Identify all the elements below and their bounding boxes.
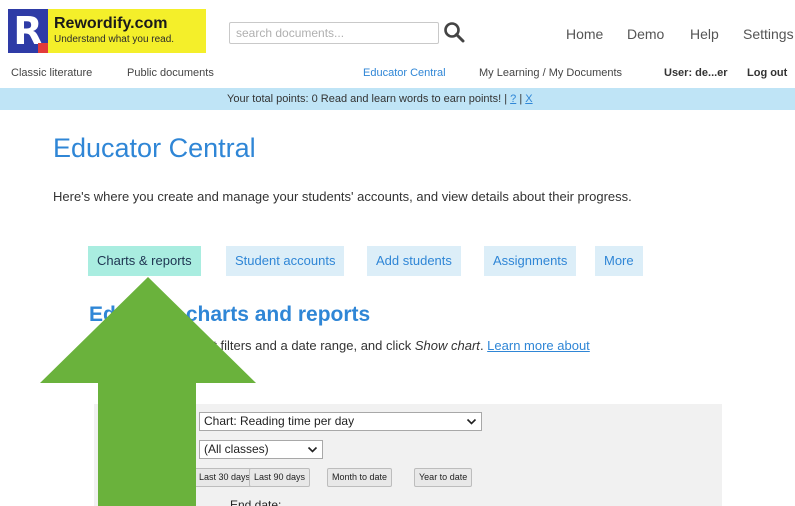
nav-my-learning[interactable]: My Learning / My Documents (479, 67, 622, 79)
nav-home-link[interactable]: Home (566, 26, 603, 42)
section-desc-emphasis: Show chart (414, 338, 480, 353)
class-select-value: (All classes) (204, 442, 269, 456)
logo-subtitle: Understand what you read. (54, 34, 175, 46)
chevron-down-icon (466, 418, 477, 425)
secondary-nav: Classic literature Public documents Educ… (0, 62, 795, 86)
chevron-down-icon (307, 446, 318, 453)
month-to-date-button[interactable]: Month to date (327, 468, 393, 487)
section-title: Educator charts and reports (89, 303, 371, 326)
page-title: Educator Central (53, 133, 256, 163)
tab-student-accounts[interactable]: Student accounts (226, 246, 345, 276)
nav-classic-literature[interactable]: Classic literature (11, 67, 92, 79)
year-to-date-button[interactable]: Year to date (414, 468, 473, 487)
points-close-link[interactable]: X (525, 93, 532, 105)
points-message: Your total points: 0 Read and learn word… (227, 93, 533, 105)
logo-letter: R (8, 9, 48, 53)
tab-add-students[interactable]: Add students (367, 246, 461, 276)
search-icon[interactable] (443, 21, 465, 43)
page-intro: Here's where you create and manage your … (53, 189, 632, 204)
chart-filters-panel: Chart: Reading time per day (All classes… (94, 404, 722, 506)
logout-link[interactable]: Log out (747, 67, 787, 79)
logo-text: Rewordify.com Understand what you read. (54, 16, 174, 45)
logo-title: Rewordify.com (54, 15, 168, 33)
top-bar: R Rewordify.com Understand what you read… (0, 0, 795, 62)
site-logo[interactable]: R Rewordify.com Understand what you read… (8, 9, 206, 53)
points-text: Your total points: 0 Read and learn word… (227, 93, 511, 105)
section-desc-text: To view a chart, select filters and a da… (89, 338, 415, 353)
current-user: User: de...er (664, 67, 728, 79)
tab-more[interactable]: More (595, 246, 643, 276)
search-input[interactable] (229, 22, 439, 44)
tab-charts-reports[interactable]: Charts & reports (88, 246, 201, 276)
nav-settings-link[interactable]: Settings (743, 26, 794, 42)
nav-help-link[interactable]: Help (690, 26, 719, 42)
learn-more-link[interactable]: Learn more about (487, 338, 590, 353)
tab-assignments[interactable]: Assignments (484, 246, 577, 276)
last-30-days-button[interactable]: Last 30 days (194, 468, 256, 487)
points-separator: | (516, 93, 526, 105)
nav-demo-link[interactable]: Demo (627, 26, 664, 42)
chart-type-value: Chart: Reading time per day (204, 414, 355, 428)
nav-educator-central[interactable]: Educator Central (363, 67, 446, 79)
nav-public-documents[interactable]: Public documents (127, 67, 214, 79)
end-date-label: End date: (230, 498, 282, 506)
class-select[interactable]: (All classes) (199, 440, 323, 459)
chart-type-select[interactable]: Chart: Reading time per day (199, 412, 482, 431)
last-90-days-button[interactable]: Last 90 days (249, 468, 311, 487)
points-bar: Your total points: 0 Read and learn word… (0, 88, 795, 110)
section-description: To view a chart, select filters and a da… (89, 338, 590, 353)
